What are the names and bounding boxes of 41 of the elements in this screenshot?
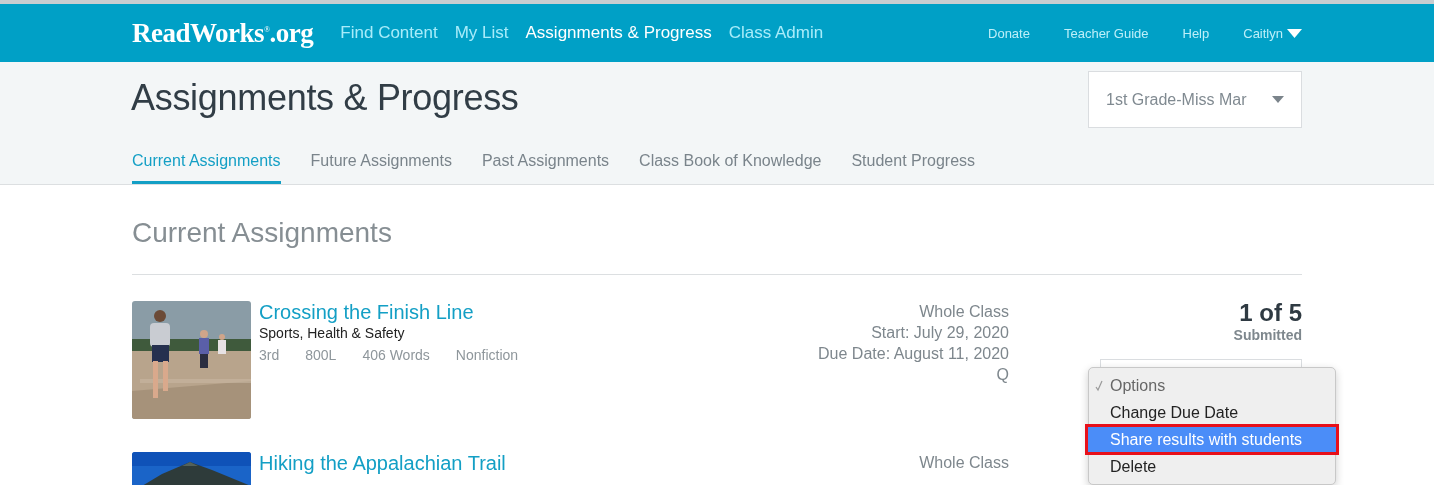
caret-icon <box>1287 28 1302 38</box>
assignment-info-text: Due Date: August 11, 2020 <box>817 344 1009 364</box>
meta-text: Nonfiction <box>455 346 519 365</box>
nav-link[interactable]: Assignments & Progress <box>525 23 712 43</box>
section-title: Current Assignments <box>132 185 1302 275</box>
meta-text: 406 Words <box>362 346 430 365</box>
site-logo[interactable]: ReadWorks$^{®}$.org <box>132 17 314 49</box>
header-link[interactable]: Help <box>1182 25 1210 41</box>
tab[interactable]: Class Book of Knowledge <box>639 145 822 184</box>
header-link[interactable]: Donate <box>988 25 1030 41</box>
menu-item-label: Options <box>1110 377 1166 394</box>
menu-item[interactable]: Share results with students <box>1087 426 1337 453</box>
class-dropdown[interactable]: 1st Grade-Miss Mar <box>1088 71 1302 128</box>
menu-item[interactable]: Options <box>1089 372 1335 399</box>
caret-icon <box>1272 96 1284 103</box>
tab[interactable]: Future Assignments <box>310 145 452 184</box>
page-title: Assignments & Progress <box>131 77 519 119</box>
topic-text: Sports, Health & Safety <box>259 324 406 343</box>
nav-link[interactable]: My List <box>454 23 509 43</box>
tab[interactable]: Student Progress <box>851 145 976 184</box>
menu-item[interactable]: Delete <box>1089 453 1335 480</box>
assignment-info-text: Q <box>995 365 1009 385</box>
header-link[interactable]: Teacher Guide <box>1063 25 1149 41</box>
assignment-info-text: Whole Class <box>918 453 1009 473</box>
assignment-info-text: Start: July 29, 2020 <box>870 323 1009 343</box>
menu-item[interactable]: Change Due Date <box>1089 399 1335 426</box>
meta-text: 800L <box>305 346 337 365</box>
assignment-title-link[interactable]: Hiking the Appalachian Trail <box>259 451 506 475</box>
menu-item-label: Delete <box>1110 458 1157 475</box>
assignment-info-text: Whole Class <box>918 302 1009 322</box>
tab[interactable]: Current Assignments <box>132 145 281 184</box>
nav-link[interactable]: Find Content <box>340 23 438 43</box>
meta-text: 3rd <box>259 346 280 365</box>
menu-item-label: Share results with students <box>1110 431 1303 448</box>
assignment-title-link[interactable]: Crossing the Finish Line <box>259 300 474 324</box>
tab[interactable]: Past Assignments <box>481 145 610 184</box>
submitted-count: 1 of 5 <box>1238 299 1302 327</box>
nav-link[interactable]: Class Admin <box>728 23 824 43</box>
user-menu[interactable]: Caitlyn <box>1243 25 1283 41</box>
submitted-label: Submitted <box>1232 327 1302 343</box>
menu-item-label: Change Due Date <box>1110 404 1239 421</box>
